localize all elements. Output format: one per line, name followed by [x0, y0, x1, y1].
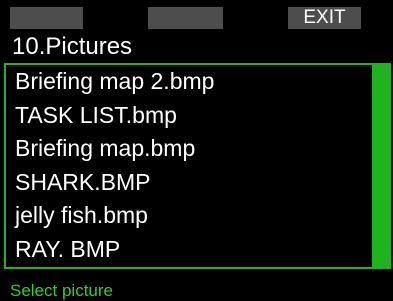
list-item[interactable]: SHARK.BMP: [6, 166, 372, 200]
page-title: 10.Pictures: [12, 33, 133, 60]
picture-list[interactable]: Briefing map 2.bmp TASK LIST.bmp Briefin…: [4, 63, 391, 269]
list-item[interactable]: TASK LIST.bmp: [6, 99, 372, 133]
left-softkey[interactable]: [10, 7, 83, 29]
exit-softkey[interactable]: EXIT: [288, 7, 361, 29]
picture-list-items: Briefing map 2.bmp TASK LIST.bmp Briefin…: [6, 65, 372, 267]
list-item[interactable]: RAY. BMP: [6, 233, 372, 267]
list-item[interactable]: Briefing map 2.bmp: [6, 65, 372, 99]
status-hint: Select picture: [10, 281, 113, 300]
list-item[interactable]: jelly fish.bmp: [6, 199, 372, 233]
scrollbar[interactable]: [372, 65, 389, 267]
list-item[interactable]: Briefing map.bmp: [6, 132, 372, 166]
scrollbar-thumb[interactable]: [374, 65, 389, 267]
middle-softkey[interactable]: [148, 7, 223, 29]
